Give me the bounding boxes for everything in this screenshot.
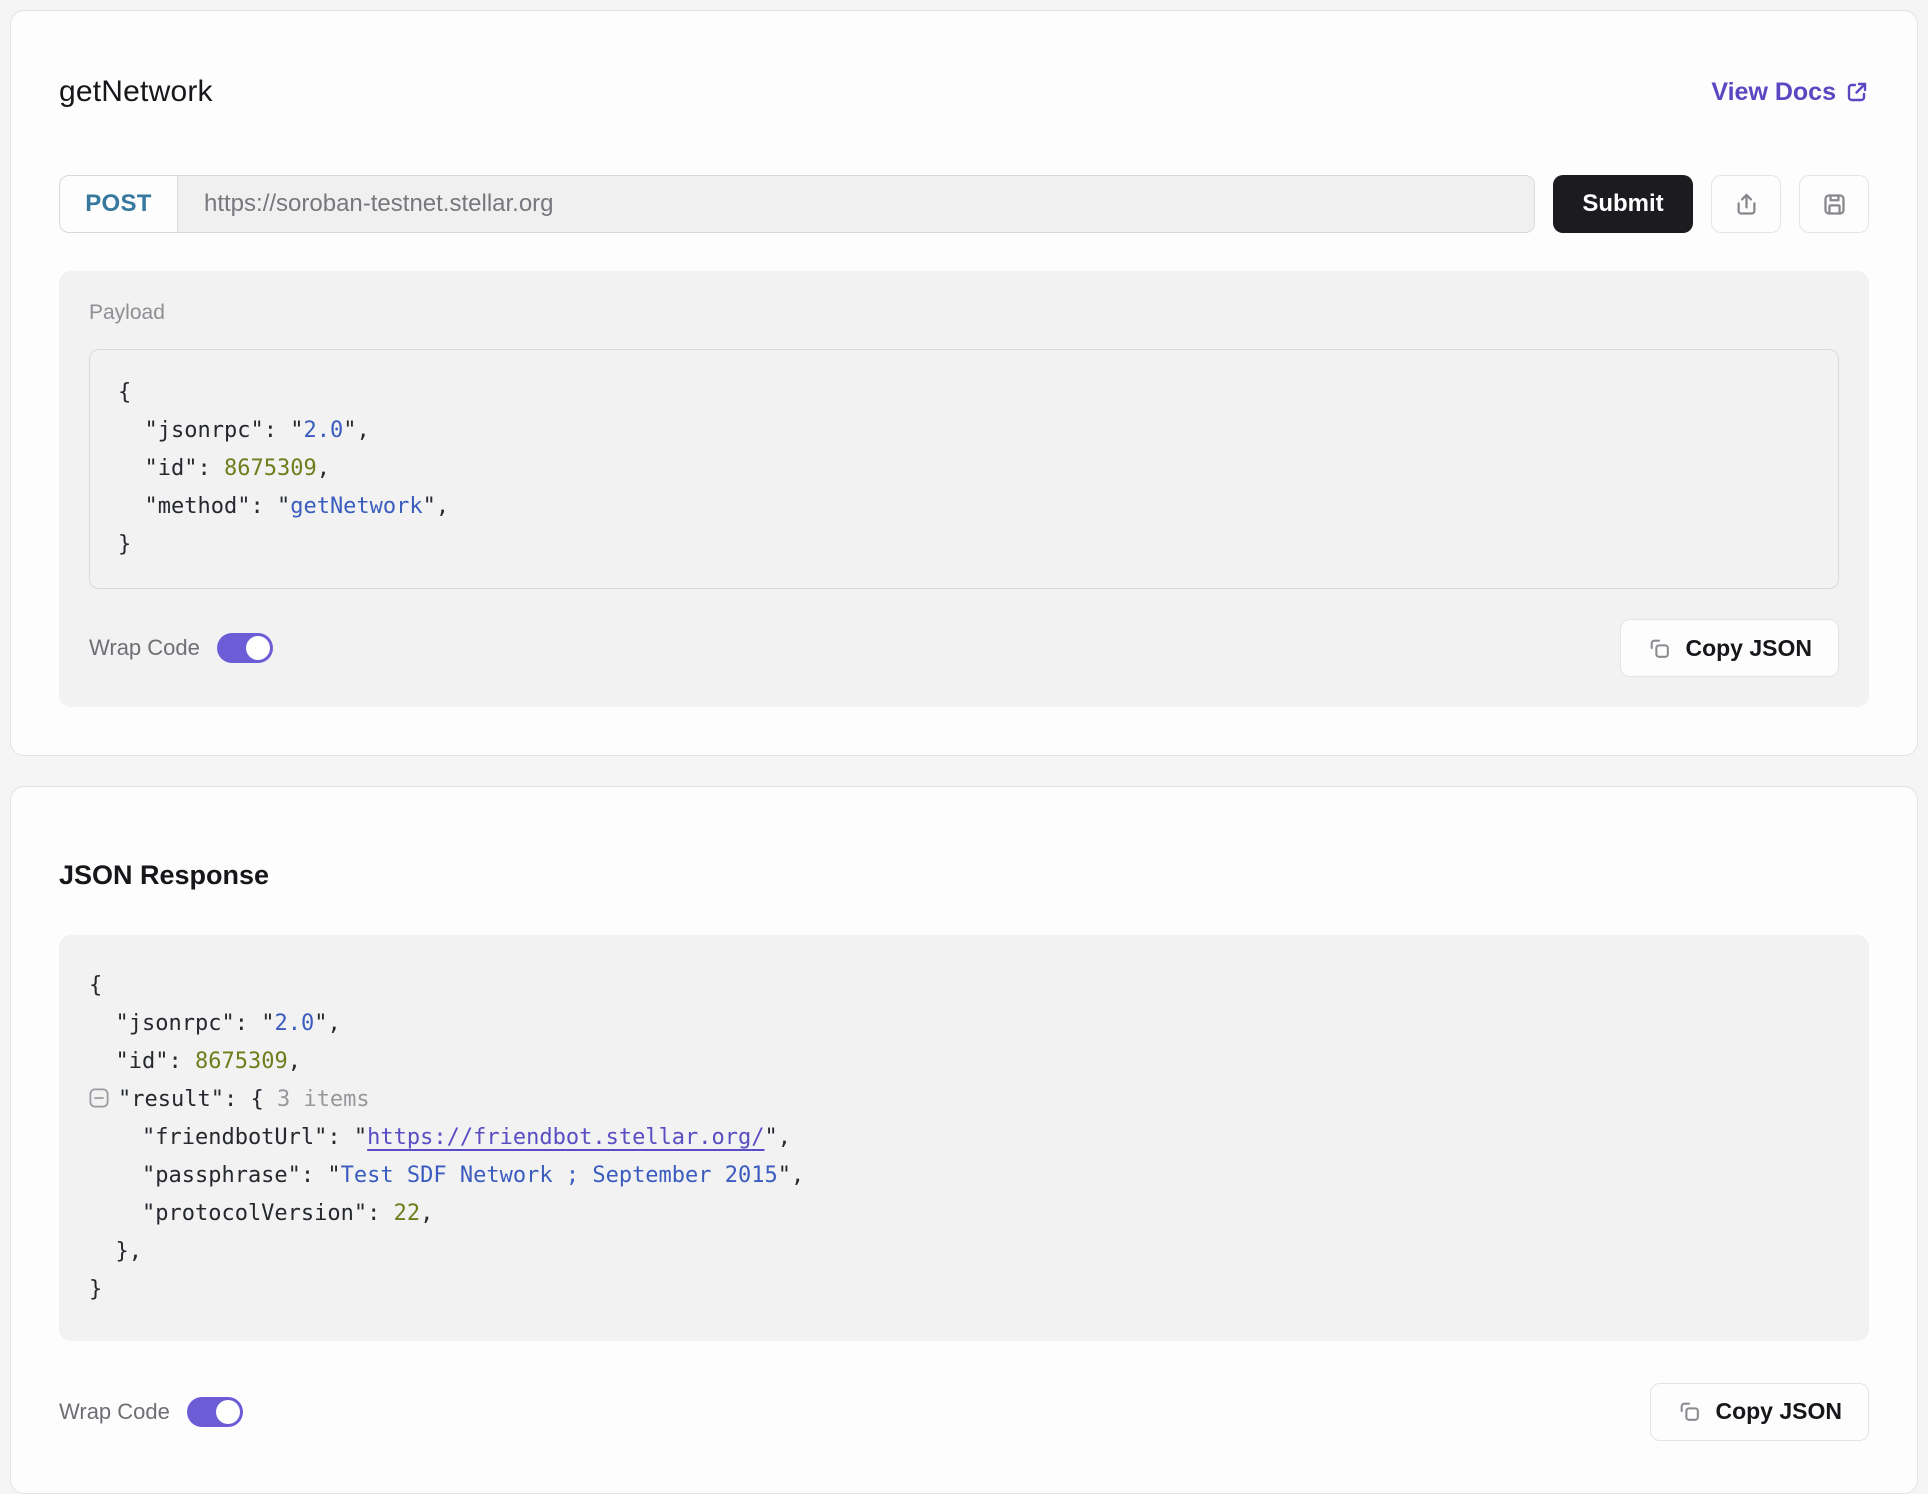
copy-json-button[interactable]: Copy JSON [1620,619,1839,677]
code-line: "id": 8675309, [118,450,1810,488]
payload-label: Payload [89,301,1839,325]
json-token-key: "method" [118,494,250,519]
json-token-meta: 3 items [277,1087,370,1112]
json-token-punc: , [288,1049,301,1074]
code-line: "id": 8675309, [89,1043,1839,1081]
json-token-punc: ", [778,1163,805,1188]
endpoint-input-group: POST [59,175,1535,233]
json-token-key: "protocolVersion" [89,1201,367,1226]
copy-json-button[interactable]: Copy JSON [1650,1383,1869,1441]
copy-json-label: Copy JSON [1715,1398,1842,1425]
view-docs-label: View Docs [1711,78,1836,107]
response-card: JSON Response { "jsonrpc": "2.0", "id": … [10,786,1918,1493]
http-method-label: POST [60,176,178,232]
code-line: "protocolVersion": 22, [89,1195,1839,1233]
toggle-knob [246,636,270,660]
json-token-num: 22 [394,1201,421,1226]
json-token-punc: , [420,1201,433,1226]
payload-panel: Payload { "jsonrpc": "2.0", "id": 867530… [59,271,1869,707]
code-line: } [89,1271,1839,1309]
json-token-punc: : [367,1201,394,1226]
json-token-punc: { [118,380,131,405]
json-token-key: "id" [118,456,197,481]
json-token-punc: : [168,1049,195,1074]
wrap-code-control: Wrap Code [59,1397,243,1427]
wrap-code-label: Wrap Code [89,635,200,661]
external-link-icon [1845,80,1869,104]
json-token-punc: }, [89,1239,142,1264]
json-token-punc: : " [235,1011,275,1036]
json-token-punc: : " [327,1125,367,1150]
view-docs-link[interactable]: View Docs [1711,78,1869,107]
json-token-punc: ", [765,1125,792,1150]
share-button[interactable] [1711,175,1781,233]
response-title: JSON Response [59,860,1869,891]
endpoint-url-input[interactable] [178,176,1534,232]
code-line: "result": { 3 items [89,1081,1839,1119]
json-token-key: "jsonrpc" [89,1011,235,1036]
json-token-key: "friendbotUrl" [89,1125,327,1150]
json-token-str: 2.0 [303,418,343,443]
page-title: getNetwork [59,75,213,109]
wrap-code-label: Wrap Code [59,1399,170,1425]
wrap-code-toggle[interactable] [217,633,273,663]
copy-icon [1647,636,1672,661]
wrap-code-toggle[interactable] [187,1397,243,1427]
toggle-knob [216,1400,240,1424]
payload-code-block: { "jsonrpc": "2.0", "id": 8675309, "meth… [89,349,1839,589]
code-line: "friendbotUrl": "https://friendbot.stell… [89,1119,1839,1157]
request-card: getNetwork View Docs POST Submit [10,10,1918,756]
json-token-punc: ", [423,494,450,519]
code-line: "passphrase": "Test SDF Network ; Septem… [89,1157,1839,1195]
json-token-key: "result" [118,1087,224,1112]
json-token-str: getNetwork [290,494,422,519]
json-token-punc: ", [314,1011,341,1036]
json-token-link[interactable]: https://friendbot.stellar.org/ [367,1125,764,1150]
save-button[interactable] [1799,175,1869,233]
save-icon [1821,191,1848,218]
copy-icon [1677,1399,1702,1424]
json-token-punc: { [89,973,102,998]
code-line: } [118,526,1810,564]
copy-json-label: Copy JSON [1685,635,1812,662]
json-token-punc: , [317,456,330,481]
wrap-code-control: Wrap Code [89,633,273,663]
request-card-header: getNetwork View Docs [59,55,1869,129]
json-token-punc: ", [343,418,370,443]
code-line: }, [89,1233,1839,1271]
code-line: { [89,967,1839,1005]
json-token-punc: : { [224,1087,277,1112]
share-icon [1733,191,1760,218]
json-token-key: "jsonrpc" [118,418,264,443]
json-token-num: 8675309 [195,1049,288,1074]
submit-button[interactable]: Submit [1553,175,1693,233]
json-token-punc: : " [301,1163,341,1188]
json-token-num: 8675309 [224,456,317,481]
code-line: { [118,374,1810,412]
collapse-minus-icon[interactable] [89,1088,109,1108]
payload-footer: Wrap Code Copy JSON [89,619,1839,677]
json-token-punc: } [89,1277,102,1302]
json-token-key: "passphrase" [89,1163,301,1188]
code-line: "jsonrpc": "2.0", [118,412,1810,450]
json-token-str: 2.0 [274,1011,314,1036]
endpoint-row: POST Submit [59,175,1869,233]
json-token-punc: : " [250,494,290,519]
json-token-key: "id" [89,1049,168,1074]
json-token-punc: : " [264,418,304,443]
response-footer: Wrap Code Copy JSON [59,1383,1869,1441]
json-token-str: Test SDF Network ; September 2015 [341,1163,778,1188]
json-token-punc: } [118,532,131,557]
json-token-punc: : [197,456,224,481]
response-code-block: { "jsonrpc": "2.0", "id": 8675309,"resul… [59,935,1869,1341]
code-line: "jsonrpc": "2.0", [89,1005,1839,1043]
code-line: "method": "getNetwork", [118,488,1810,526]
